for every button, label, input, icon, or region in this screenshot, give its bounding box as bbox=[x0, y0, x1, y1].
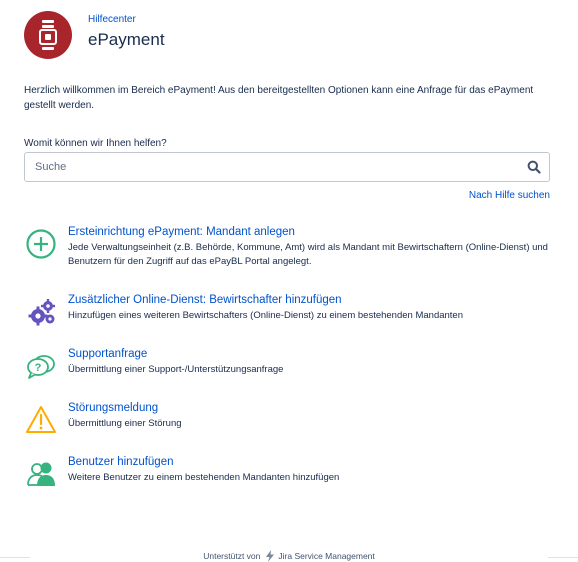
request-type-supportanfrage[interactable]: ? Supportanfrage Übermittlung einer Supp… bbox=[24, 347, 550, 401]
jira-lightning-icon bbox=[266, 550, 275, 562]
portal-logo[interactable] bbox=[24, 11, 72, 59]
search-box bbox=[24, 152, 550, 182]
request-type-list: Ersteinrichtung ePayment: Mandant anlege… bbox=[24, 225, 550, 509]
payment-terminal-icon bbox=[39, 20, 57, 50]
warning-triangle-icon bbox=[24, 403, 58, 437]
request-type-description: Weitere Benutzer zu einem bestehenden Ma… bbox=[68, 472, 340, 483]
request-type-description: Hinzufügen eines weiteren Bewirtschafter… bbox=[68, 310, 463, 321]
help-label: Womit können wir Ihnen helfen? bbox=[24, 138, 167, 149]
search-icon[interactable] bbox=[519, 153, 549, 181]
page-title: ePayment bbox=[88, 29, 165, 49]
add-user-icon bbox=[24, 457, 58, 491]
request-type-title[interactable]: Benutzer hinzufügen bbox=[68, 455, 339, 470]
breadcrumb-hilfecenter[interactable]: Hilfecenter bbox=[88, 14, 165, 26]
request-type-title[interactable]: Störungsmeldung bbox=[68, 401, 182, 416]
request-type-bewirtschafter-hinzufuegen[interactable]: Zusätzlicher Online-Dienst: Bewirtschaft… bbox=[24, 293, 550, 347]
footer: Unterstützt von Jira Service Management bbox=[0, 550, 578, 562]
request-type-description: Übermittlung einer Support-/Unterstützun… bbox=[68, 364, 284, 375]
svg-text:?: ? bbox=[35, 362, 42, 374]
portal-header: Hilfecenter ePayment bbox=[24, 10, 165, 60]
request-type-mandant-anlegen[interactable]: Ersteinrichtung ePayment: Mandant anlege… bbox=[24, 225, 550, 293]
request-type-title[interactable]: Ersteinrichtung ePayment: Mandant anlege… bbox=[68, 225, 550, 240]
gears-icon bbox=[24, 295, 58, 329]
request-type-description: Jede Verwaltungseinheit (z.B. Behörde, K… bbox=[68, 242, 548, 267]
footer-product-link[interactable]: Jira Service Management bbox=[278, 551, 374, 561]
intro-text: Herzlich willkommen im Bereich ePayment!… bbox=[24, 85, 534, 111]
question-bubble-icon: ? bbox=[24, 349, 58, 383]
search-input[interactable] bbox=[25, 154, 519, 180]
search-help-link[interactable]: Nach Hilfe suchen bbox=[469, 190, 550, 201]
footer-prefix: Unterstützt von bbox=[203, 551, 261, 561]
request-type-benutzer-hinzufuegen[interactable]: Benutzer hinzufügen Weitere Benutzer zu … bbox=[24, 455, 550, 509]
request-type-stoerungsmeldung[interactable]: Störungsmeldung Übermittlung einer Störu… bbox=[24, 401, 550, 455]
plus-circle-icon bbox=[24, 227, 58, 261]
request-type-description: Übermittlung einer Störung bbox=[68, 418, 182, 429]
request-type-title[interactable]: Supportanfrage bbox=[68, 347, 283, 362]
request-type-title[interactable]: Zusätzlicher Online-Dienst: Bewirtschaft… bbox=[68, 293, 463, 308]
